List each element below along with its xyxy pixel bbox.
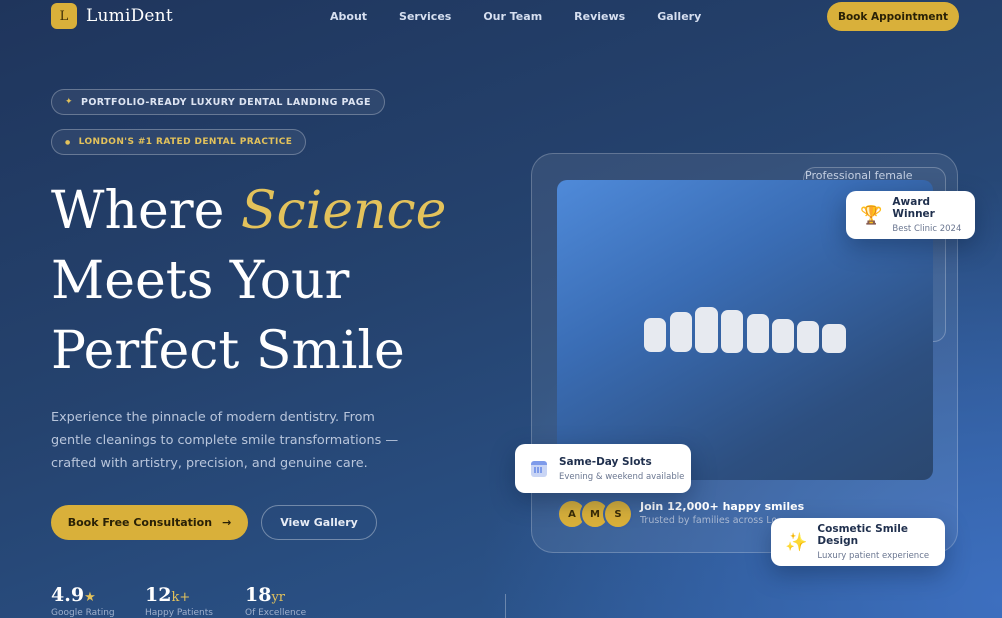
headline-accent: Science bbox=[240, 181, 447, 241]
cosmetic-card: ✨ Cosmetic Smile Design Luxury patient e… bbox=[771, 518, 945, 566]
book-consultation-button[interactable]: Book Free Consultation → bbox=[51, 505, 248, 540]
portfolio-badge-text: PORTFOLIO-READY LUXURY DENTAL LANDING PA… bbox=[80, 96, 371, 108]
stat-years: 18yr Of Excellence bbox=[245, 584, 306, 618]
avatar: S bbox=[603, 499, 633, 529]
dot-icon: ● bbox=[65, 138, 71, 146]
main-nav: About Services Our Team Reviews Gallery bbox=[330, 10, 733, 23]
stat-label: Happy Patients bbox=[145, 608, 213, 618]
divider bbox=[505, 594, 506, 618]
book-appointment-button[interactable]: Book Appointment bbox=[827, 2, 959, 31]
stat-patients: 12k+ Happy Patients bbox=[145, 584, 213, 618]
award-card: 🏆 Award Winner Best Clinic 2024 bbox=[846, 191, 975, 239]
hero-description: Experience the pinnacle of modern dentis… bbox=[51, 410, 399, 471]
stat-value: 18 bbox=[245, 584, 272, 606]
rating-badge: ● LONDON'S #1 RATED DENTAL PRACTICE bbox=[51, 129, 307, 155]
award-sub: Best Clinic 2024 bbox=[892, 224, 962, 234]
star-icon: ★ bbox=[84, 590, 96, 605]
social-proof-sub: Trusted by families across London bbox=[640, 515, 776, 526]
rating-badge-text: LONDON'S #1 RATED DENTAL PRACTICE bbox=[78, 137, 293, 147]
headline-line3: Perfect Smile bbox=[51, 321, 405, 381]
calendar-icon bbox=[531, 460, 547, 477]
logo[interactable]: L LumiDent bbox=[51, 3, 173, 29]
stat-suffix: k+ bbox=[171, 590, 191, 605]
stat-value: 12 bbox=[145, 584, 172, 606]
nav-our-team[interactable]: Our Team bbox=[483, 10, 542, 23]
sparkles-icon: ✨ bbox=[785, 531, 808, 553]
social-proof-title: Join 12,000+ happy smiles bbox=[640, 500, 805, 513]
same-day-sub: Evening & weekend available bbox=[559, 471, 685, 482]
headline-word-where: Where bbox=[51, 181, 241, 241]
stat-label: Google Rating bbox=[51, 608, 115, 618]
nav-services[interactable]: Services bbox=[399, 10, 451, 23]
trophy-icon: 🏆 bbox=[860, 204, 883, 226]
logo-mark: L bbox=[51, 3, 77, 29]
stat-label: Of Excellence bbox=[245, 608, 307, 618]
cosmetic-title: Cosmetic Smile Design bbox=[817, 523, 908, 547]
headline-line2: Meets Your bbox=[51, 251, 350, 311]
nav-about[interactable]: About bbox=[330, 10, 367, 23]
award-title: Award Winner bbox=[892, 196, 935, 220]
nav-reviews[interactable]: Reviews bbox=[574, 10, 625, 23]
nav-gallery[interactable]: Gallery bbox=[657, 10, 701, 23]
stat-value: 4.9 bbox=[51, 584, 85, 606]
avatar-group: A M S bbox=[557, 499, 633, 529]
view-gallery-button[interactable]: View Gallery bbox=[261, 505, 377, 540]
book-consultation-label: Book Free Consultation bbox=[67, 516, 213, 529]
logo-text: LumiDent bbox=[86, 6, 173, 26]
hero-headline: Where Science Meets Your Perfect Smile bbox=[51, 176, 446, 386]
sparkle-icon: ✦ bbox=[65, 97, 73, 107]
stat-suffix: yr bbox=[271, 590, 286, 605]
portfolio-badge: ✦ PORTFOLIO-READY LUXURY DENTAL LANDING … bbox=[51, 89, 385, 115]
stat-rating: 4.9★ Google Rating bbox=[51, 584, 115, 618]
cosmetic-sub: Luxury patient experience bbox=[817, 551, 930, 561]
same-day-title: Same-Day Slots bbox=[559, 455, 652, 468]
arrow-right-icon: → bbox=[222, 516, 232, 529]
same-day-card: Same-Day Slots Evening & weekend availab… bbox=[515, 444, 691, 493]
